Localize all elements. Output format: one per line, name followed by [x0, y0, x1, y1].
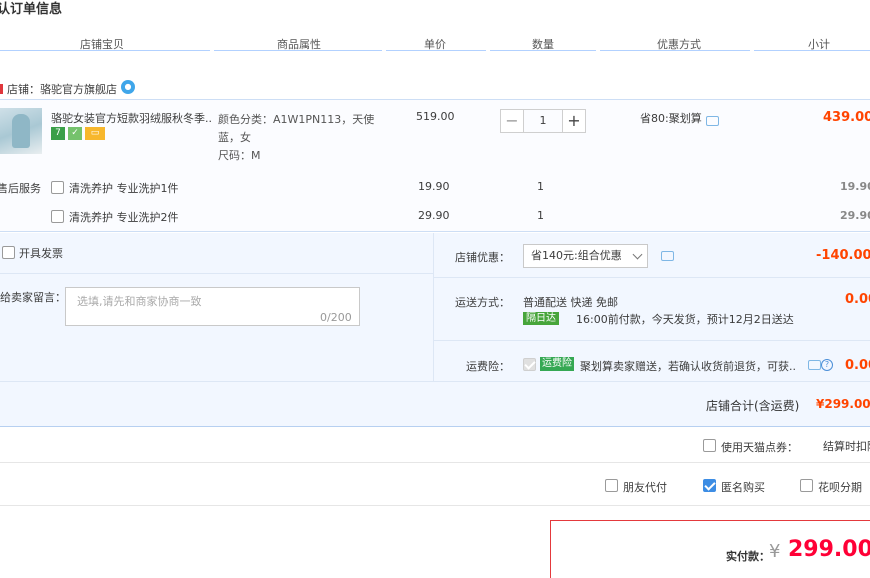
decrease-quantity-button[interactable]: −	[500, 109, 524, 133]
chevron-down-icon	[632, 249, 643, 260]
seven-day-return-icon: 7	[51, 127, 65, 140]
payment-currency: ¥	[769, 541, 781, 562]
col-divider	[600, 50, 750, 51]
unit-price: 519.00	[416, 110, 455, 123]
help-icon[interactable]: ?	[821, 359, 833, 371]
item-discount: 省80:聚划算	[640, 112, 702, 125]
shop-discount-select[interactable]: 省140元:组合优惠	[523, 244, 648, 268]
service-2-checkbox[interactable]	[51, 210, 64, 223]
service-1-checkbox[interactable]	[51, 181, 64, 194]
huabei-label: 花呗分期	[818, 481, 862, 494]
shop-marker	[0, 84, 3, 94]
increase-quantity-button[interactable]: +	[562, 109, 586, 133]
divider	[0, 381, 870, 382]
next-day-badge: 隔日达	[523, 312, 559, 325]
service-1-name: 清洗养护 专业洗护1件	[69, 182, 179, 195]
insurance-label: 运费险：	[466, 360, 510, 373]
col-divider	[490, 50, 596, 51]
col-divider	[214, 50, 382, 51]
insurance-amount: 0.00	[845, 358, 870, 373]
invoice-checkbox[interactable]	[2, 246, 15, 259]
insurance-text: 聚划算卖家赠送，若确认收货前退货，可获...	[580, 360, 795, 373]
shop-total-value: ¥299.00	[816, 397, 870, 411]
shipping-method: 普通配送 快递 免邮	[523, 296, 618, 309]
shop-discount-selected: 省140元:组合优惠	[531, 249, 622, 262]
anonymous-checkbox[interactable]	[703, 479, 716, 492]
friend-pay-checkbox[interactable]	[605, 479, 618, 492]
service-2-name: 清洗养护 专业洗护2件	[69, 211, 179, 224]
divider	[0, 462, 870, 463]
page-title: 认订单信息	[0, 2, 63, 17]
coupon-extra: 结算时扣除	[823, 440, 870, 453]
service-2-qty: 1	[537, 209, 544, 222]
product-thumbnail[interactable]	[0, 108, 42, 154]
service-2-price: 29.90	[418, 209, 450, 222]
message-char-count: 0/200	[320, 311, 352, 324]
quantity-input[interactable]: 1	[524, 109, 562, 133]
shipping-amount: 0.00	[845, 292, 870, 307]
product-attr-color: 颜色分类：A1W1PN113，天使	[218, 113, 375, 126]
guarantee-icon: ✓	[68, 127, 82, 140]
divider	[0, 273, 433, 274]
message-icon[interactable]	[661, 251, 674, 261]
payment-label: 实付款：	[726, 550, 770, 563]
shop-discount-label: 店铺优惠：	[455, 251, 510, 264]
coupon-checkbox[interactable]	[703, 439, 716, 452]
service-icons: 7 ✓ ▭	[51, 127, 105, 140]
service-1-qty: 1	[537, 180, 544, 193]
service-1-subtotal: 19.90	[840, 180, 870, 193]
message-placeholder: 选填,请先和商家协商一致	[77, 295, 202, 308]
insurance-badge: 运费险	[540, 357, 574, 371]
shipping-label: 运送方式：	[455, 296, 510, 309]
item-subtotal: 439.00	[823, 110, 870, 125]
credit-card-icon: ▭	[85, 127, 105, 140]
coupon-label: 使用天猫点券：	[721, 441, 798, 454]
col-divider	[386, 50, 486, 51]
huabei-checkbox[interactable]	[800, 479, 813, 492]
product-attr-color-cont: 蓝，女	[218, 131, 251, 144]
invoice-label: 开具发票	[19, 247, 63, 260]
col-divider	[754, 50, 870, 51]
friend-pay-label: 朋友代付	[623, 481, 667, 494]
quantity-stepper[interactable]: − 1 +	[500, 109, 586, 133]
message-icon[interactable]	[706, 116, 719, 126]
payment-amount: 299.00	[788, 537, 870, 562]
shop-discount-amount: -140.00	[816, 248, 870, 263]
divider	[433, 277, 870, 278]
col-divider	[0, 50, 210, 51]
after-sale-label: 售后服务	[0, 182, 41, 195]
wangwang-chat-icon[interactable]: ●	[121, 80, 135, 94]
shop-total-label: 店铺合计(含运费)	[706, 399, 800, 413]
divider	[0, 505, 870, 506]
service-1-price: 19.90	[418, 180, 450, 193]
insurance-checkbox[interactable]	[523, 358, 536, 371]
service-2-subtotal: 29.90	[840, 209, 870, 222]
message-label: 给卖家留言：	[0, 291, 66, 304]
anonymous-label: 匿名购买	[721, 481, 765, 494]
shop-name[interactable]: 店铺：骆驼官方旗舰店	[7, 81, 117, 97]
product-attr-size: 尺码：M	[218, 149, 261, 162]
product-name[interactable]: 骆驼女装官方短款羽绒服秋冬季...	[51, 110, 213, 126]
message-icon[interactable]	[808, 360, 821, 370]
divider	[433, 340, 870, 341]
divider	[433, 233, 434, 381]
shipping-note: 16:00前付款，今天发货，预计12月2日送达	[576, 313, 794, 326]
